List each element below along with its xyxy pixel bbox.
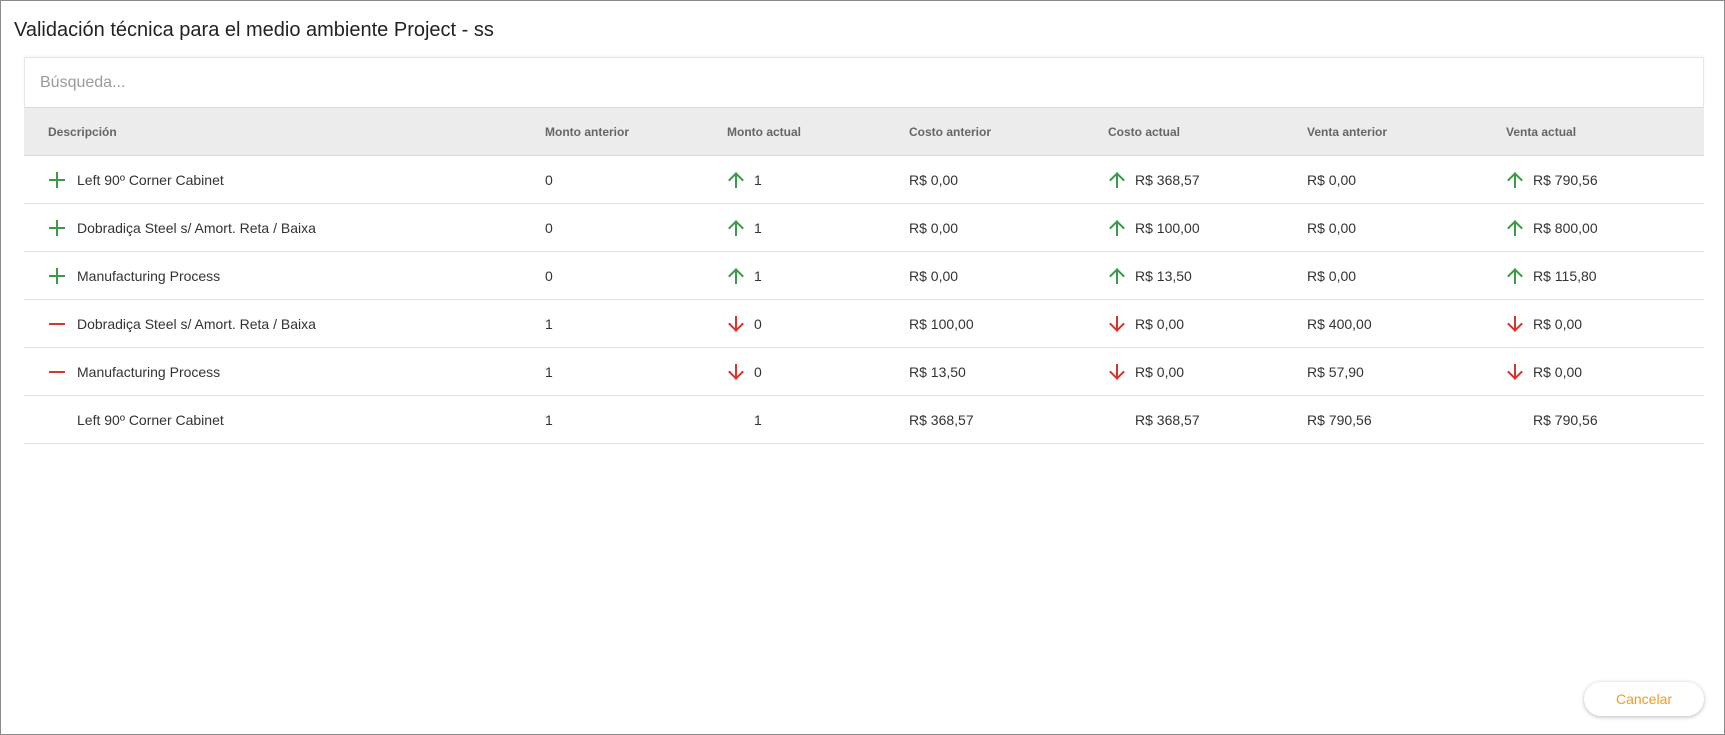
row-curr-amount: 1 <box>754 171 762 188</box>
plus-icon <box>48 171 66 189</box>
row-prev-sale: R$ 790,56 <box>1307 411 1372 428</box>
arrow-up-icon <box>1108 267 1126 285</box>
arrow-down-icon <box>1506 363 1524 381</box>
table-row[interactable]: Dobradiça Steel s/ Amort. Reta / Baixa 0… <box>24 204 1704 252</box>
row-description: Dobradiça Steel s/ Amort. Reta / Baixa <box>77 315 316 332</box>
arrow-up-icon <box>1506 219 1524 237</box>
row-curr-sale: R$ 790,56 <box>1533 171 1598 188</box>
row-prev-cost: R$ 100,00 <box>909 315 974 332</box>
arrow-up-icon <box>727 219 745 237</box>
no-change-icon <box>48 411 66 429</box>
header-prev-cost[interactable]: Costo anterior <box>909 107 1108 156</box>
row-curr-cost: R$ 13,50 <box>1135 267 1192 284</box>
search-bar <box>24 57 1704 107</box>
arrow-up-icon <box>727 267 745 285</box>
arrow-down-icon <box>727 363 745 381</box>
plus-icon <box>48 267 66 285</box>
row-curr-sale: R$ 800,00 <box>1533 219 1598 236</box>
arrow-up-icon <box>1108 219 1126 237</box>
row-prev-amount: 1 <box>545 363 553 380</box>
row-curr-cost: R$ 368,57 <box>1135 171 1200 188</box>
header-prev-amount[interactable]: Monto anterior <box>545 107 727 156</box>
row-prev-cost: R$ 0,00 <box>909 171 959 188</box>
row-prev-cost: R$ 0,00 <box>909 267 959 284</box>
no-change-icon <box>1108 411 1126 429</box>
row-description: Left 90º Corner Cabinet <box>77 171 224 188</box>
arrow-up-icon <box>1506 267 1524 285</box>
row-prev-cost: R$ 0,00 <box>909 219 959 236</box>
row-curr-cost: R$ 368,57 <box>1135 411 1200 428</box>
search-input[interactable] <box>40 73 1703 92</box>
row-curr-sale: R$ 790,56 <box>1533 411 1598 428</box>
arrow-down-icon <box>727 315 745 333</box>
row-curr-cost: R$ 0,00 <box>1135 315 1185 332</box>
row-prev-amount: 1 <box>545 411 553 428</box>
validation-panel: Descripción Monto anterior Monto actual … <box>24 57 1704 444</box>
table-row[interactable]: Left 90º Corner Cabinet 0 1 R$ 0,00 R$ 3… <box>24 156 1704 204</box>
arrow-down-icon <box>1108 315 1126 333</box>
header-curr-amount[interactable]: Monto actual <box>727 107 909 156</box>
no-change-icon <box>727 411 745 429</box>
table-row[interactable]: Manufacturing Process 1 0 R$ 13,50 R$ 0,… <box>24 348 1704 396</box>
plus-icon <box>48 219 66 237</box>
row-curr-cost: R$ 0,00 <box>1135 363 1185 380</box>
row-prev-amount: 0 <box>545 267 553 284</box>
dialog-title: Validación técnica para el medio ambient… <box>14 19 494 41</box>
table-body: Left 90º Corner Cabinet 0 1 R$ 0,00 R$ 3… <box>24 156 1704 444</box>
table-header-row: Descripción Monto anterior Monto actual … <box>24 107 1704 156</box>
row-prev-sale: R$ 0,00 <box>1307 267 1357 284</box>
table-row[interactable]: Left 90º Corner Cabinet 1 1 R$ 368,57 R$… <box>24 396 1704 444</box>
table-row[interactable]: Dobradiça Steel s/ Amort. Reta / Baixa 1… <box>24 300 1704 348</box>
header-curr-sale[interactable]: Venta actual <box>1506 107 1704 156</box>
arrow-up-icon <box>1506 171 1524 189</box>
minus-icon <box>48 363 66 381</box>
row-prev-cost: R$ 368,57 <box>909 411 974 428</box>
row-curr-amount: 1 <box>754 219 762 236</box>
header-prev-sale[interactable]: Venta anterior <box>1307 107 1506 156</box>
row-curr-amount: 1 <box>754 267 762 284</box>
row-prev-sale: R$ 0,00 <box>1307 219 1357 236</box>
row-prev-sale: R$ 0,00 <box>1307 171 1357 188</box>
row-curr-cost: R$ 100,00 <box>1135 219 1200 236</box>
row-prev-cost: R$ 13,50 <box>909 363 966 380</box>
minus-icon <box>48 315 66 333</box>
row-curr-sale: R$ 0,00 <box>1533 315 1583 332</box>
row-curr-sale: R$ 0,00 <box>1533 363 1583 380</box>
row-description: Dobradiça Steel s/ Amort. Reta / Baixa <box>77 219 316 236</box>
row-prev-amount: 0 <box>545 219 553 236</box>
row-prev-amount: 1 <box>545 315 553 332</box>
header-curr-cost[interactable]: Costo actual <box>1108 107 1307 156</box>
row-prev-sale: R$ 57,90 <box>1307 363 1364 380</box>
validation-dialog: Validación técnica para el medio ambient… <box>0 0 1725 735</box>
arrow-down-icon <box>1506 315 1524 333</box>
header-description[interactable]: Descripción <box>24 107 545 156</box>
table-row[interactable]: Manufacturing Process 0 1 R$ 0,00 R$ 13,… <box>24 252 1704 300</box>
validation-table: Descripción Monto anterior Monto actual … <box>24 107 1704 444</box>
row-curr-sale: R$ 115,80 <box>1533 267 1597 284</box>
row-prev-sale: R$ 400,00 <box>1307 315 1372 332</box>
row-curr-amount: 0 <box>754 315 762 332</box>
arrow-up-icon <box>1108 171 1126 189</box>
no-change-icon <box>1506 411 1524 429</box>
row-curr-amount: 0 <box>754 363 762 380</box>
row-prev-amount: 0 <box>545 171 553 188</box>
row-description: Manufacturing Process <box>77 363 221 380</box>
cancel-button[interactable]: Cancelar <box>1584 682 1704 716</box>
row-description: Manufacturing Process <box>77 267 221 284</box>
arrow-down-icon <box>1108 363 1126 381</box>
row-curr-amount: 1 <box>754 411 762 428</box>
arrow-up-icon <box>727 171 745 189</box>
row-description: Left 90º Corner Cabinet <box>77 411 224 428</box>
